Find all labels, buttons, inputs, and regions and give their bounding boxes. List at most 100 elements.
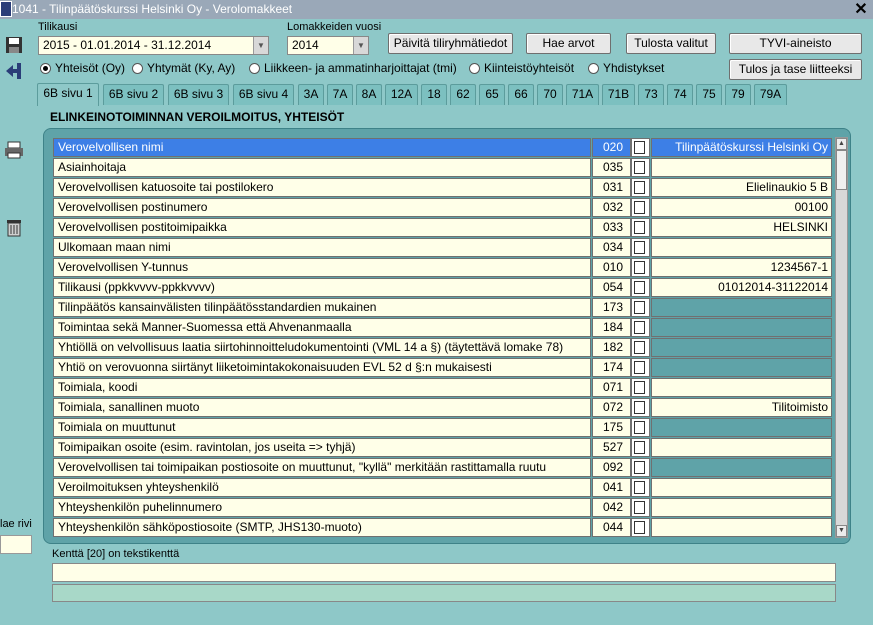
left-row-input[interactable] — [0, 535, 32, 554]
row-checkbox-cell — [631, 138, 650, 157]
radio-kiinteisto[interactable]: Kiinteistöyhteisöt — [469, 61, 574, 75]
radio-dot[interactable] — [40, 62, 51, 74]
row-code: 184 — [592, 318, 631, 337]
chevron-down-icon[interactable]: ▼ — [353, 37, 368, 54]
tab-6b-sivu-3[interactable]: 6B sivu 3 — [168, 84, 229, 105]
row-checkbox[interactable] — [634, 481, 645, 494]
row-checkbox[interactable] — [634, 341, 645, 354]
trash-icon[interactable] — [3, 216, 25, 238]
tab-6b-sivu-1[interactable]: 6B sivu 1 — [37, 83, 99, 106]
row-value-input[interactable]: 00100 — [651, 198, 832, 217]
tab-7a[interactable]: 7A — [327, 84, 353, 105]
vertical-scrollbar[interactable]: ▲ ▼ — [835, 137, 848, 538]
scroll-down-icon[interactable]: ▼ — [836, 525, 847, 537]
row-checkbox[interactable] — [634, 441, 645, 454]
radio-ky-ay[interactable]: Yhtymät (Ky, Ay) — [132, 61, 235, 75]
tab-71a[interactable]: 71A — [566, 84, 599, 105]
radio-dot[interactable] — [588, 62, 599, 74]
row-checkbox[interactable] — [634, 161, 645, 174]
row-checkbox[interactable] — [634, 381, 645, 394]
print-selected-button[interactable]: Tulosta valitut — [626, 33, 716, 54]
row-value-input[interactable] — [651, 418, 832, 437]
printer-icon[interactable] — [3, 139, 25, 161]
row-value-input[interactable]: Elielinaukio 5 B — [651, 178, 832, 197]
row-checkbox[interactable] — [634, 321, 645, 334]
row-value-input[interactable]: HELSINKI — [651, 218, 832, 237]
row-checkbox-cell: . — [631, 458, 650, 477]
row-dot-marker: . — [647, 470, 650, 477]
scroll-up-icon[interactable]: ▲ — [836, 138, 847, 150]
row-checkbox[interactable] — [634, 521, 645, 534]
field-text-input[interactable] — [52, 563, 836, 582]
tab-62[interactable]: 62 — [450, 84, 476, 105]
row-value-input[interactable] — [651, 358, 832, 377]
row-checkbox-cell — [631, 178, 650, 197]
radio-yhdistykset[interactable]: Yhdistykset — [588, 61, 664, 75]
tab-65[interactable]: 65 — [479, 84, 505, 105]
close-icon[interactable]: ✕ — [854, 0, 868, 19]
row-value-input[interactable] — [651, 378, 832, 397]
row-code: 174 — [592, 358, 631, 377]
row-checkbox[interactable] — [634, 401, 645, 414]
scroll-thumb[interactable] — [836, 150, 847, 190]
radio-label: Yhteisöt (Oy) — [55, 61, 126, 75]
tab-79[interactable]: 79 — [725, 84, 751, 105]
row-value-input[interactable]: 01012014-31122014 — [651, 278, 832, 297]
tab-8a[interactable]: 8A — [356, 84, 382, 105]
row-checkbox[interactable] — [634, 421, 645, 434]
radio-tmi[interactable]: Liikkeen- ja ammatinharjoittajat (tmi) — [249, 61, 457, 75]
tab-70[interactable]: 70 — [537, 84, 563, 105]
tab-74[interactable]: 74 — [667, 84, 693, 105]
tab-6b-sivu-2[interactable]: 6B sivu 2 — [103, 84, 164, 105]
row-checkbox[interactable] — [634, 501, 645, 514]
row-value-input[interactable] — [651, 318, 832, 337]
save-icon[interactable] — [3, 34, 25, 56]
row-checkbox[interactable] — [634, 141, 645, 154]
row-value-input[interactable] — [651, 518, 832, 537]
row-value-input[interactable] — [651, 298, 832, 317]
row-checkbox[interactable] — [634, 301, 645, 314]
row-value-input[interactable] — [651, 158, 832, 177]
tab-75[interactable]: 75 — [696, 84, 722, 105]
exit-icon[interactable] — [3, 60, 25, 82]
row-value-input[interactable] — [651, 238, 832, 257]
year-select[interactable]: 2014 ▼ — [287, 36, 369, 55]
row-value-input[interactable] — [651, 338, 832, 357]
row-checkbox[interactable] — [634, 181, 645, 194]
row-value-input[interactable] — [651, 478, 832, 497]
row-checkbox[interactable] — [634, 361, 645, 374]
row-checkbox[interactable] — [634, 281, 645, 294]
update-groups-button[interactable]: Päivitä tiliryhmätiedot — [388, 33, 513, 54]
radio-dot[interactable] — [469, 62, 480, 74]
tab-79a[interactable]: 79A — [754, 84, 787, 105]
row-checkbox[interactable] — [634, 201, 645, 214]
tab-73[interactable]: 73 — [638, 84, 664, 105]
row-value-input[interactable]: Tilitoimisto — [651, 398, 832, 417]
tab-6b-sivu-4[interactable]: 6B sivu 4 — [233, 84, 294, 105]
tab-3a[interactable]: 3A — [298, 84, 324, 105]
period-select[interactable]: 2015 - 01.01.2014 - 31.12.2014 ▼ — [38, 36, 269, 55]
row-checkbox-cell: . — [631, 318, 650, 337]
chevron-down-icon[interactable]: ▼ — [253, 37, 268, 54]
row-value-input[interactable]: 1234567-1 — [651, 258, 832, 277]
row-checkbox[interactable] — [634, 461, 645, 474]
tab-71b[interactable]: 71B — [602, 84, 635, 105]
radio-dot[interactable] — [132, 62, 143, 74]
tab-66[interactable]: 66 — [508, 84, 534, 105]
fetch-values-button[interactable]: Hae arvot — [526, 33, 611, 54]
row-value-input[interactable] — [651, 498, 832, 517]
radio-dot[interactable] — [249, 62, 260, 74]
tyvi-button[interactable]: TYVI-aineisto — [729, 33, 862, 54]
row-value-input[interactable]: Tilinpäätöskurssi Helsinki Oy — [651, 138, 832, 157]
row-value-input[interactable] — [651, 458, 832, 477]
row-checkbox[interactable] — [634, 221, 645, 234]
row-label: Yhteyshenkilön sähköpostiosoite (SMTP, J… — [53, 518, 591, 537]
report-attachment-button[interactable]: Tulos ja tase liitteeksi — [729, 59, 862, 80]
row-checkbox-cell — [631, 278, 650, 297]
row-checkbox[interactable] — [634, 261, 645, 274]
row-checkbox[interactable] — [634, 241, 645, 254]
radio-oy[interactable]: Yhteisöt (Oy) — [40, 61, 125, 75]
row-value-input[interactable] — [651, 438, 832, 457]
tab-18[interactable]: 18 — [421, 84, 447, 105]
tab-12a[interactable]: 12A — [385, 84, 418, 105]
